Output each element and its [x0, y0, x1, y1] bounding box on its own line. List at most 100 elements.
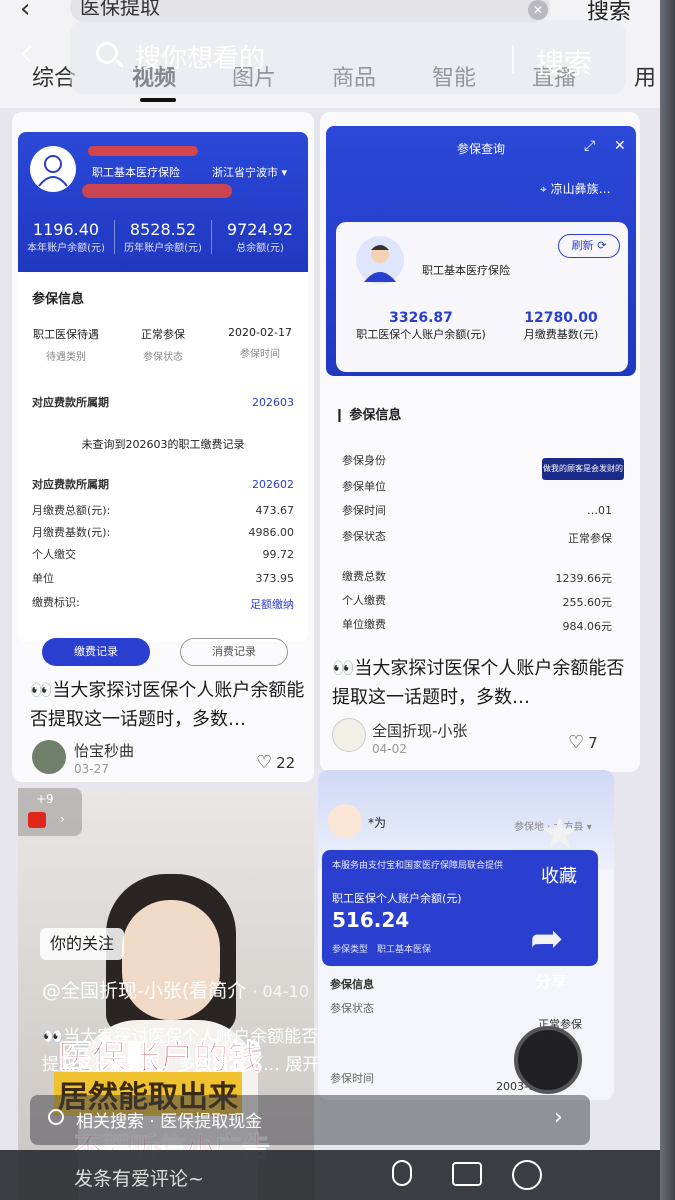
- info-category: 职工医保待遇 待遇类别: [33, 328, 99, 363]
- back-icon[interactable]: ‹: [20, 0, 30, 24]
- row-label: 月缴费基数(元):: [32, 526, 111, 539]
- chevron-right-icon: ›: [554, 1105, 563, 1130]
- redacted-mark-2: [82, 184, 232, 198]
- section-title: 参保信息: [330, 978, 374, 991]
- card1-screenshot: 职工基本医疗保险 浙江省宁波市 ▾ 1196.40 本年账户余额(元) 8528…: [18, 132, 308, 642]
- row-label: 参保状态: [330, 1002, 374, 1015]
- row-label: 单位缴费: [342, 618, 386, 631]
- row-label: 缴费标识:: [32, 596, 80, 609]
- section-title: ❙ 参保信息: [334, 408, 402, 423]
- avatar: [356, 236, 404, 284]
- post-date: 03-27: [74, 762, 109, 776]
- author-avatar[interactable]: [332, 718, 366, 752]
- row-label: 参保时间: [342, 504, 386, 517]
- banner-note: 本服务由支付宝和国家医疗保障局联合提供: [332, 861, 504, 871]
- search-query-field[interactable]: 医保提取: [70, 0, 550, 22]
- period-value: 202603: [252, 396, 294, 409]
- account-amount: 516.24: [332, 908, 410, 932]
- image-icon[interactable]: [452, 1162, 482, 1186]
- music-disc-icon[interactable]: [514, 1026, 582, 1094]
- stat-base: 12780.00 月缴费基数(元): [523, 310, 599, 341]
- row-value: 99.72: [262, 548, 295, 561]
- row-value: 正常参保: [568, 532, 612, 545]
- avatar: [328, 804, 362, 838]
- red-packet-icon: [28, 812, 46, 828]
- author-avatar[interactable]: [32, 740, 66, 774]
- favorite-label: 收藏: [541, 866, 577, 887]
- period-label: 对应费款所属期: [32, 396, 109, 409]
- video-caption-2[interactable]: 提取这一话题时，多数情况下… 展开: [42, 1050, 319, 1080]
- region-selector[interactable]: 浙江省宁波市 ▾: [212, 164, 287, 180]
- author-name[interactable]: 怡宝秒曲: [74, 740, 134, 761]
- heart-icon: ♡: [256, 752, 273, 773]
- payment-records-button[interactable]: 缴费记录: [42, 638, 150, 666]
- overlay-search-placeholder[interactable]: 搜你想看的: [135, 38, 265, 75]
- related-search-label[interactable]: 相关搜索 · 医保提取现金: [76, 1107, 262, 1132]
- stat-current: 1196.40 本年账户余额(元): [27, 220, 105, 254]
- overlay-back-icon[interactable]: ‹: [18, 30, 34, 76]
- app-screen: ‹ 医保提取 ✕ 搜索 综合 视频 图片 商品 智能 直播 用 ‹ 搜你想看的 …: [0, 0, 660, 1200]
- row-value: …01: [587, 504, 612, 517]
- search-icon: [96, 42, 118, 64]
- emoji-icon[interactable]: [512, 1160, 542, 1190]
- location-label[interactable]: ⌖ 凉山彝族…: [540, 180, 611, 197]
- heart-icon: ♡: [568, 732, 585, 753]
- card-title[interactable]: 👀当大家探讨医保个人账户余额能否提取这一话题时，多数…: [30, 676, 306, 734]
- insurance-type: 参保类型 职工基本医保: [332, 945, 432, 955]
- sign-sticker: 做我的顾客是会发财的: [542, 458, 624, 480]
- comment-input[interactable]: 发条有爱评论~: [74, 1164, 204, 1191]
- row-label: 缴费总数: [342, 570, 386, 583]
- period-label-2: 对应费款所属期: [32, 478, 109, 491]
- share-label: 分享: [535, 972, 568, 991]
- close-icon[interactable]: ✕: [614, 138, 626, 154]
- following-badge: 你的关注: [40, 928, 125, 960]
- consumption-records-button[interactable]: 消费记录: [180, 638, 288, 666]
- gift-count: +9: [36, 792, 54, 806]
- overlay-search-button[interactable]: 搜索: [536, 42, 592, 82]
- red-packet-widget[interactable]: +9 ›: [18, 788, 82, 836]
- video-author[interactable]: @全国折现-小张(看简介 · 04-10: [42, 976, 309, 1007]
- card1-header: 职工基本医疗保险 浙江省宁波市 ▾ 1196.40 本年账户余额(元) 8528…: [18, 132, 308, 272]
- avatar: [30, 146, 76, 192]
- microphone-icon[interactable]: [392, 1160, 412, 1186]
- account-panel: 职工基本医疗保险 刷新 ⟳ 3326.87 职工医保个人账户余额(元) 1278…: [336, 222, 628, 372]
- result-card-1[interactable]: 职工基本医疗保险 浙江省宁波市 ▾ 1196.40 本年账户余额(元) 8528…: [12, 112, 314, 782]
- like-button[interactable]: ♡ 7: [568, 732, 598, 753]
- insurance-type: 职工基本医疗保险: [422, 264, 510, 277]
- row-label: 月缴费总额(元):: [32, 504, 111, 517]
- video-caption[interactable]: 👀当大家探讨医保个人账户余额能否: [42, 1022, 318, 1052]
- row-value: 373.95: [255, 572, 295, 585]
- info-status: 正常参保 参保状态: [141, 328, 185, 363]
- share-icon[interactable]: ➦: [530, 916, 564, 962]
- account-label: 职工医保个人账户余额(元): [332, 892, 462, 905]
- row-label: 单位: [32, 572, 54, 585]
- refresh-button[interactable]: 刷新 ⟳: [558, 234, 620, 258]
- row-value: 1239.66元: [555, 572, 613, 585]
- card2-header: 参保查询 ⤢ ✕ ⌖ 凉山彝族… 职工基本医疗保险 刷新 ⟳ 3326.87 职…: [326, 126, 636, 376]
- row-value: 255.60元: [562, 596, 613, 609]
- no-record-text: 未查询到202603的职工缴费记录: [81, 438, 245, 451]
- like-button[interactable]: ♡ 22: [256, 752, 295, 773]
- divider: [512, 45, 514, 73]
- card-title[interactable]: 👀当大家探讨医保个人账户余额能否提取这一话题时，多数…: [332, 654, 628, 712]
- row-label: 参保身份: [342, 454, 386, 467]
- related-search-bar[interactable]: 相关搜索 · 医保提取现金 ›: [30, 1095, 590, 1145]
- row-label: 参保时间: [330, 1072, 374, 1085]
- star-icon[interactable]: ★: [540, 808, 579, 859]
- search-icon: [48, 1109, 64, 1125]
- row-label: 参保单位: [342, 480, 386, 493]
- result-card-2[interactable]: 参保查询 ⤢ ✕ ⌖ 凉山彝族… 职工基本医疗保险 刷新 ⟳ 3326.87 职…: [320, 112, 640, 772]
- expand-icon[interactable]: ⤢: [584, 138, 595, 154]
- redacted-mark: [88, 146, 198, 156]
- period-value-2: 202602: [252, 478, 294, 491]
- chevron-right-icon: ›: [60, 812, 65, 826]
- info-date: 2020-02-17 参保时间: [228, 326, 292, 360]
- user-name: *为: [368, 816, 387, 830]
- author-name[interactable]: 全国折现-小张: [372, 720, 467, 741]
- stat-balance: 3326.87 职工医保个人账户余额(元): [356, 310, 486, 341]
- tab-users[interactable]: 用: [634, 60, 656, 92]
- device-frame-edge: [660, 0, 675, 1200]
- section-title: 参保信息: [32, 292, 85, 307]
- clear-icon[interactable]: ✕: [528, 0, 548, 20]
- post-date: 04-02: [372, 742, 407, 756]
